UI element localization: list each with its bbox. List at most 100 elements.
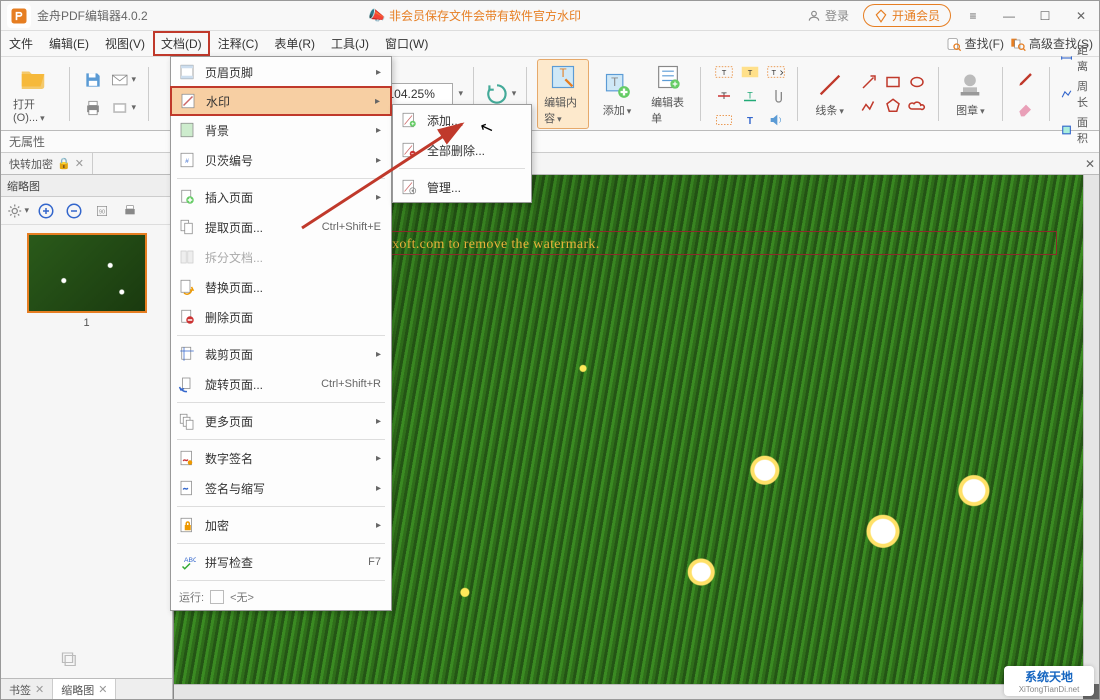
- submenu-add[interactable]: 添加...: [393, 105, 531, 135]
- cloud-shape-icon[interactable]: [906, 95, 928, 117]
- banner: 📣 非会员保存文件会带有软件官方水印: [148, 7, 801, 24]
- maximize-button[interactable]: ☐: [1031, 5, 1059, 27]
- menu-comment[interactable]: 注释(C): [210, 31, 267, 56]
- menu-header-footer[interactable]: 页眉页脚 ▸: [171, 57, 391, 87]
- pencil-icon[interactable]: [1013, 66, 1039, 92]
- panel-title: 缩略图: [1, 175, 172, 197]
- menu-window[interactable]: 窗口(W): [377, 31, 436, 56]
- menu-delete-page[interactable]: 删除页面: [171, 302, 391, 332]
- menu-extract-page[interactable]: 提取页面... Ctrl+Shift+E: [171, 212, 391, 242]
- login-button[interactable]: 登录: [801, 3, 855, 28]
- menu-more-pages[interactable]: 更多页面 ▸: [171, 406, 391, 436]
- form-select-icon[interactable]: T: [763, 59, 789, 85]
- zoom-dropdown-icon[interactable]: ▾: [459, 88, 464, 99]
- options-icon[interactable]: ▾: [7, 200, 29, 222]
- vertical-scrollbar[interactable]: [1083, 175, 1099, 684]
- measure-group: 距离 周长 面积: [1060, 42, 1093, 146]
- print-icon[interactable]: [80, 95, 106, 121]
- horizontal-scrollbar[interactable]: [174, 684, 1083, 700]
- perimeter-button[interactable]: 周长: [1060, 78, 1093, 110]
- menu-watermark[interactable]: 水印 ▸: [170, 86, 392, 116]
- shapes-grid: [858, 71, 928, 117]
- sound-icon[interactable]: [763, 107, 789, 133]
- tabs-close-icon[interactable]: ✕: [1081, 155, 1099, 173]
- form-strike-icon[interactable]: T: [711, 83, 737, 109]
- menu-insert-page[interactable]: 插入页面 ▸: [171, 182, 391, 212]
- menu-form[interactable]: 表单(R): [266, 31, 323, 56]
- menu-split: 拆分文档...: [171, 242, 391, 272]
- document-menu: 页眉页脚 ▸ 水印 ▸ 背景 ▸ # 贝茨编号 ▸ 插入页面 ▸ 提取页面...…: [170, 56, 392, 611]
- svg-text:T: T: [748, 68, 753, 77]
- open-button[interactable]: 打开(O)...▾: [7, 62, 59, 126]
- svg-text:T: T: [771, 68, 776, 77]
- eraser-icon[interactable]: [1013, 95, 1039, 121]
- form-underline-icon[interactable]: T: [737, 83, 763, 109]
- zoom-input[interactable]: 104.25%: [383, 83, 453, 105]
- menu-file[interactable]: 文件: [1, 31, 41, 56]
- menu-run-row[interactable]: 运行: <无>: [171, 584, 391, 610]
- watermark-submenu: 添加... 全部删除... 管理...: [392, 104, 532, 203]
- svg-text:T: T: [747, 90, 753, 100]
- menu-icon[interactable]: ≡: [959, 5, 987, 27]
- tab-bookmarks[interactable]: 书签✕: [1, 679, 53, 700]
- distance-button[interactable]: 距离: [1060, 42, 1093, 74]
- lock-icon: 🔒: [57, 157, 71, 170]
- svg-text:90: 90: [99, 209, 105, 215]
- menu-spellcheck[interactable]: ABC 拼写检查 F7: [171, 547, 391, 577]
- menu-bates[interactable]: # 贝茨编号 ▸: [171, 145, 391, 175]
- menu-tools[interactable]: 工具(J): [323, 31, 377, 56]
- add-button[interactable]: T 添加▾: [595, 68, 639, 120]
- print-thumb-icon[interactable]: [119, 200, 141, 222]
- edit-form-button[interactable]: 编辑表单: [645, 60, 690, 128]
- rotate-thumb-icon[interactable]: 90: [91, 200, 113, 222]
- area-button[interactable]: 面积: [1060, 114, 1093, 146]
- rect-shape-icon[interactable]: [882, 71, 904, 93]
- footer-logo: 系统天地 XiTongTianDi.net: [1004, 666, 1094, 696]
- duplicate-icon[interactable]: ⧉: [61, 646, 77, 672]
- menu-edit[interactable]: 编辑(E): [41, 31, 97, 56]
- menu-view[interactable]: 视图(V): [97, 31, 153, 56]
- edit-content-button[interactable]: T 编辑内容▾: [537, 59, 589, 129]
- form-box-icon[interactable]: [711, 107, 737, 133]
- zoom-in-icon[interactable]: [35, 200, 57, 222]
- tab-close-icon[interactable]: ✕: [75, 157, 84, 170]
- mail-icon[interactable]: ▾: [110, 67, 136, 93]
- page-thumbnail[interactable]: [27, 233, 147, 313]
- tab-thumbnails[interactable]: 缩略图✕: [53, 679, 116, 700]
- document-tabs: 快转加密 🔒 ✕ ✕: [1, 153, 1099, 175]
- menu-document[interactable]: 文档(D): [153, 31, 210, 56]
- menu-crop-page[interactable]: 裁剪页面 ▸: [171, 339, 391, 369]
- svg-text:T: T: [611, 76, 618, 89]
- lines-button[interactable]: 线条▾: [808, 68, 852, 120]
- title-bar: 金舟PDF编辑器4.0.2 📣 非会员保存文件会带有软件官方水印 登录 开通会员…: [1, 1, 1099, 31]
- attachment-icon[interactable]: [763, 83, 789, 109]
- form-text-icon[interactable]: T: [711, 59, 737, 85]
- menu-encrypt[interactable]: 加密 ▸: [171, 510, 391, 540]
- polygon-shape-icon[interactable]: [882, 95, 904, 117]
- close-button[interactable]: ✕: [1067, 5, 1095, 27]
- menu-rotate-page[interactable]: 旋转页面... Ctrl+Shift+R: [171, 369, 391, 399]
- stamp-button[interactable]: 图章▾: [948, 68, 992, 120]
- submenu-remove-all[interactable]: 全部删除...: [393, 135, 531, 165]
- ellipse-shape-icon[interactable]: [906, 71, 928, 93]
- arrow-shape-icon[interactable]: [858, 71, 880, 93]
- window-title: 金舟PDF编辑器4.0.2: [37, 7, 148, 24]
- menu-background[interactable]: 背景 ▸: [171, 115, 391, 145]
- menu-digital-signature[interactable]: 数字签名 ▸: [171, 443, 391, 473]
- thumbnail-number: 1: [9, 317, 164, 329]
- property-label: 无属性: [9, 133, 45, 150]
- find-button[interactable]: 查找(F): [946, 35, 1004, 52]
- submenu-manage[interactable]: 管理...: [393, 172, 531, 202]
- polyline-shape-icon[interactable]: [858, 95, 880, 117]
- document-tab[interactable]: 快转加密 🔒 ✕: [1, 153, 93, 174]
- zoom-out-icon[interactable]: [63, 200, 85, 222]
- ribbon: 打开(O)...▾ ▾ ▾ ▾ 104.25% ▾ ▾ T 编辑内容▾ T: [1, 57, 1099, 131]
- minimize-button[interactable]: —: [995, 5, 1023, 27]
- form-highlight-icon[interactable]: T: [737, 59, 763, 85]
- menu-replace-page[interactable]: 替换页面...: [171, 272, 391, 302]
- form-blue-t-icon[interactable]: T: [737, 107, 763, 133]
- scan-icon[interactable]: ▾: [110, 95, 136, 121]
- vip-button[interactable]: 开通会员: [863, 4, 951, 27]
- menu-signature-abbr[interactable]: 签名与缩写 ▸: [171, 473, 391, 503]
- save-icon[interactable]: [80, 67, 106, 93]
